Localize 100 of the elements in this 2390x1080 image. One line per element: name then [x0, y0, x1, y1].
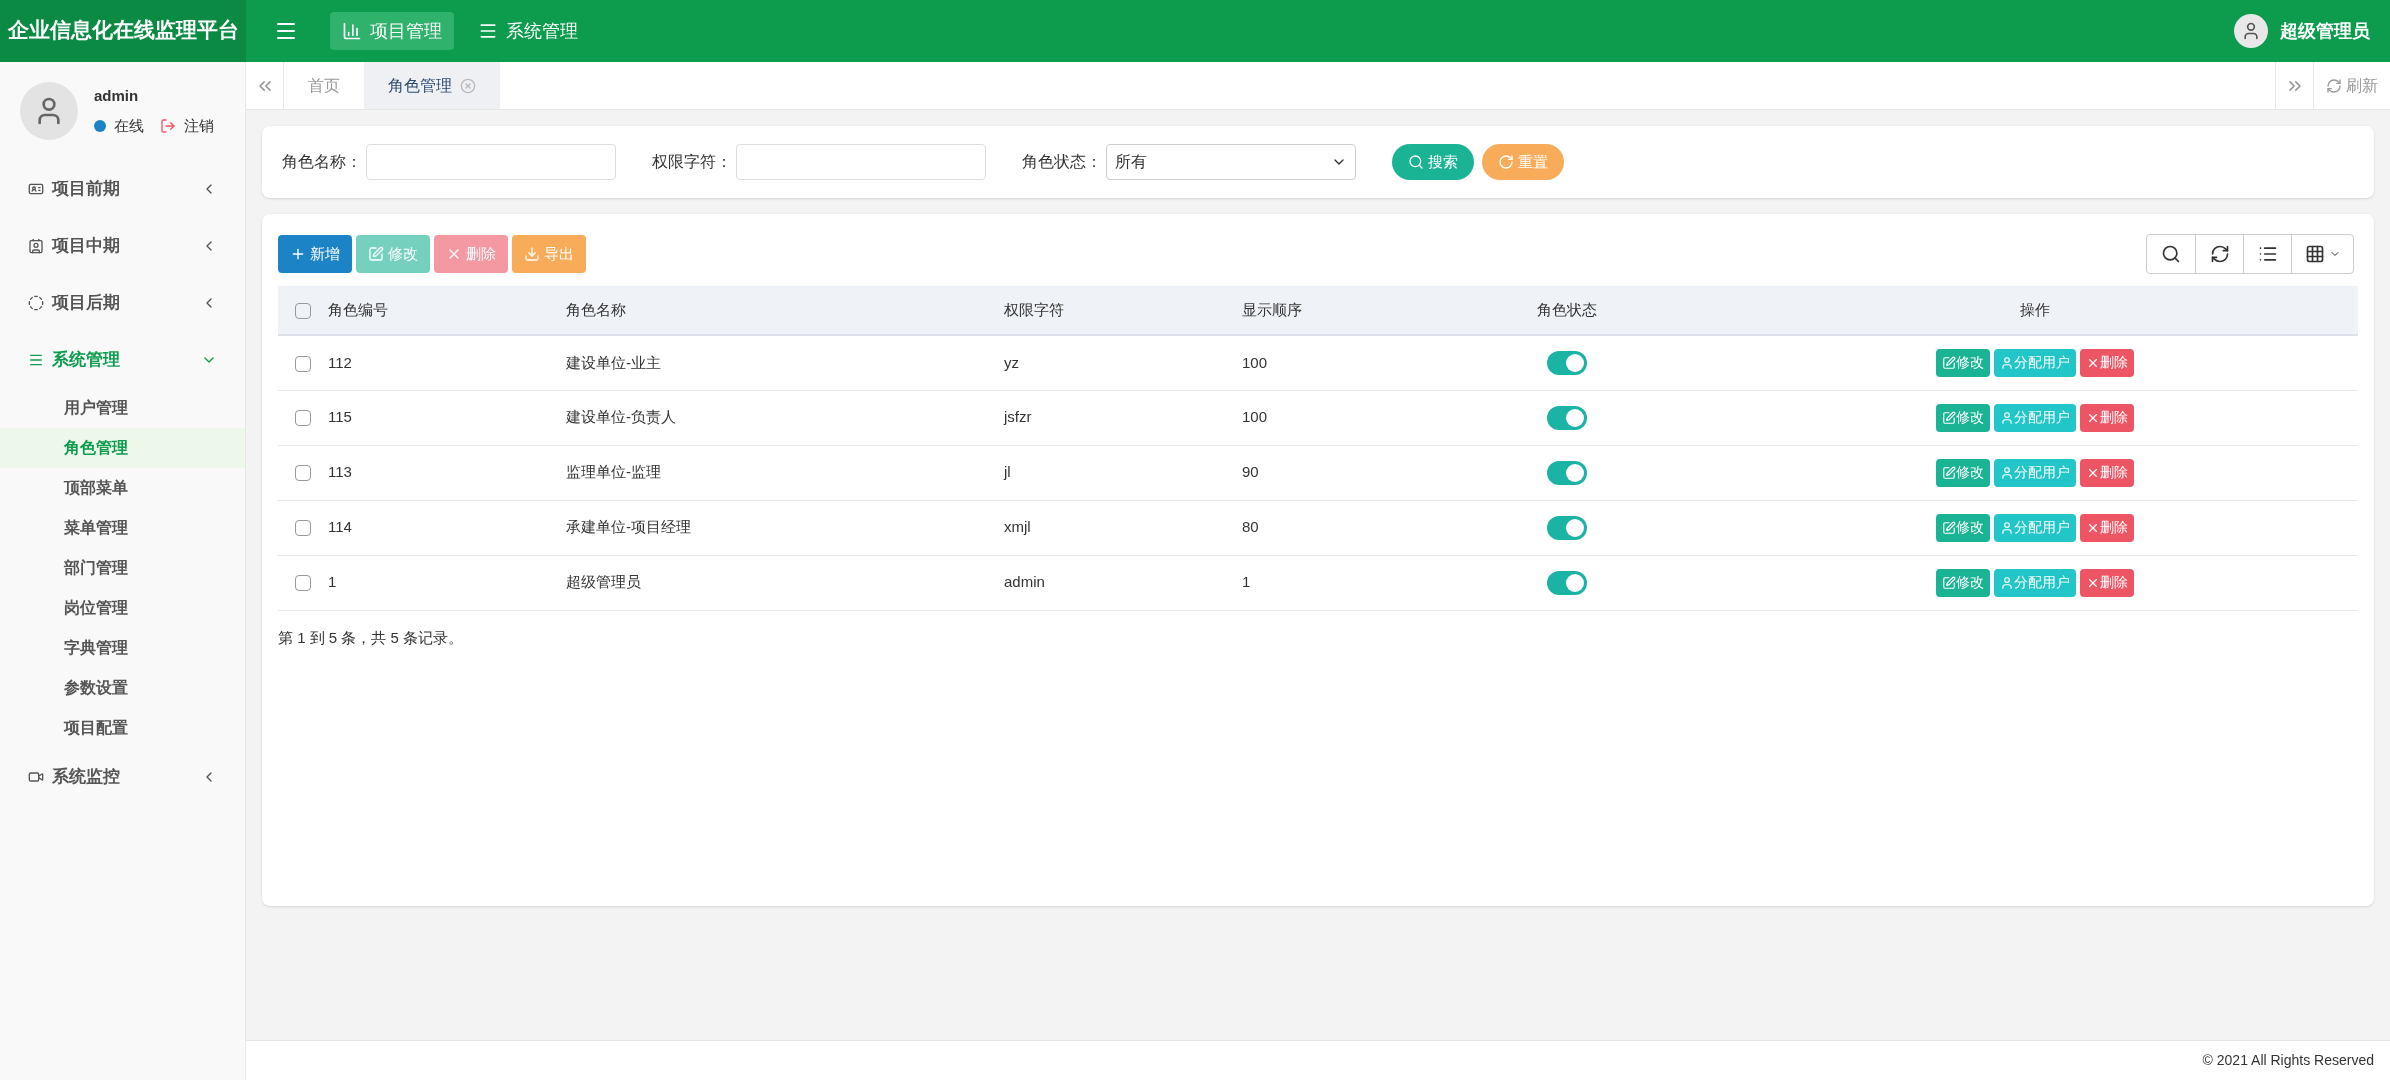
- table-cell: yz: [1004, 335, 1242, 390]
- column-header: 操作: [1712, 286, 2358, 335]
- table-cell: 114: [328, 500, 566, 555]
- delete-button[interactable]: 删除: [2080, 568, 2134, 597]
- edit-button[interactable]: 修改: [1936, 513, 1990, 542]
- sidebar-subitem[interactable]: 用户管理: [0, 388, 245, 428]
- column-header: 权限字符: [1004, 286, 1242, 335]
- status-toggle[interactable]: [1547, 405, 1587, 430]
- page-tab[interactable]: 角色管理: [364, 62, 500, 109]
- status-toggle[interactable]: [1547, 460, 1587, 485]
- circle-icon: [28, 294, 44, 311]
- sidebar-subitem[interactable]: 顶部菜单: [0, 468, 245, 508]
- search-button[interactable]: 搜索: [1392, 144, 1474, 180]
- sidebar-subitem[interactable]: 参数设置: [0, 668, 245, 708]
- checkbox[interactable]: [295, 302, 311, 319]
- table-cell: admin: [1004, 555, 1242, 610]
- assign-users-button[interactable]: 分配用户: [1994, 513, 2076, 542]
- status-toggle[interactable]: [1547, 515, 1587, 540]
- status-toggle[interactable]: [1547, 570, 1587, 595]
- avatar: [2234, 14, 2268, 48]
- edit-button[interactable]: 修改: [1936, 348, 1990, 377]
- refresh-button[interactable]: 刷新: [2313, 62, 2390, 109]
- checkbox[interactable]: [295, 520, 311, 537]
- assign-users-button[interactable]: 分配用户: [1994, 458, 2076, 487]
- rotate-icon: [1498, 154, 1514, 170]
- logout-icon: [160, 118, 176, 135]
- input-field[interactable]: [736, 144, 986, 180]
- delete-button[interactable]: 删除: [2080, 458, 2134, 487]
- bar-chart-icon: [342, 21, 362, 41]
- online-status: 在线: [114, 116, 144, 136]
- column-header: 显示顺序: [1242, 286, 1422, 335]
- sidebar-subitem[interactable]: 项目配置: [0, 708, 245, 748]
- table-cell: xmjl: [1004, 500, 1242, 555]
- sidebar-item[interactable]: 项目中期: [0, 217, 245, 274]
- edit-icon: [1942, 410, 1956, 425]
- search-icon: [2161, 244, 2181, 264]
- close-icon[interactable]: [460, 77, 476, 94]
- plus-icon: [290, 246, 306, 262]
- table-cell: 承建单位-项目经理: [566, 500, 1004, 555]
- sidebar-item[interactable]: 项目后期: [0, 274, 245, 331]
- delete-button[interactable]: 删除: [2080, 348, 2134, 377]
- refresh-icon: [2209, 244, 2230, 264]
- assign-users-button[interactable]: 分配用户: [1994, 568, 2076, 597]
- export-button[interactable]: 导出: [512, 235, 586, 273]
- profile-name: admin: [94, 85, 140, 106]
- sidebar-subitem[interactable]: 角色管理: [0, 428, 245, 468]
- edit-icon: [1942, 355, 1956, 370]
- table-cell: 1: [328, 555, 566, 610]
- status-select[interactable]: 所有: [1106, 144, 1356, 180]
- table-cell: 115: [328, 390, 566, 445]
- user-icon: [2000, 575, 2014, 590]
- refresh-icon: [2326, 77, 2342, 94]
- sidebar-item[interactable]: 系统管理: [0, 331, 245, 388]
- sidebar-subitem[interactable]: 岗位管理: [0, 588, 245, 628]
- checkbox[interactable]: [295, 410, 311, 427]
- top-menu-item[interactable]: 项目管理: [330, 12, 454, 50]
- top-menu-item[interactable]: 系统管理: [466, 12, 590, 50]
- column-header: 角色编号: [328, 286, 566, 335]
- sidebar-subitem[interactable]: 菜单管理: [0, 508, 245, 548]
- field-label: 权限字符：: [652, 152, 732, 172]
- sidebar-subitem[interactable]: 字典管理: [0, 628, 245, 668]
- assign-users-button[interactable]: 分配用户: [1994, 348, 2076, 377]
- edit-icon: [1942, 465, 1956, 480]
- field-label: 角色名称：: [282, 152, 362, 172]
- checkbox[interactable]: [295, 355, 311, 372]
- edit-icon: [368, 246, 384, 262]
- logout-link[interactable]: 注销: [184, 115, 214, 138]
- sidebar-subitem[interactable]: 部门管理: [0, 548, 245, 588]
- footer: © 2021 All Rights Reserved: [246, 1040, 2390, 1080]
- sidebar-item[interactable]: 系统监控: [0, 748, 245, 805]
- table-cell: 超级管理员: [566, 555, 1004, 610]
- table-cell: 建设单位-业主: [566, 335, 1004, 390]
- table-cell: 90: [1242, 445, 1422, 500]
- status-toggle[interactable]: [1547, 350, 1587, 375]
- menu-icon: [478, 21, 498, 41]
- add-button[interactable]: 新增: [278, 235, 352, 273]
- search-icon: [1408, 154, 1424, 170]
- edit-button[interactable]: 修改: [1936, 458, 1990, 487]
- checkbox[interactable]: [295, 465, 311, 482]
- edit-icon: [1942, 575, 1956, 590]
- table-cell: 80: [1242, 500, 1422, 555]
- user-icon: [2000, 355, 2014, 370]
- table-cell: 100: [1242, 390, 1422, 445]
- user-icon: [2000, 520, 2014, 535]
- table-cell: 113: [328, 445, 566, 500]
- checkbox[interactable]: [295, 575, 311, 592]
- edit-button[interactable]: 修改: [1936, 403, 1990, 432]
- edit-button[interactable]: 修改: [1936, 568, 1990, 597]
- table-cell: 1: [1242, 555, 1422, 610]
- delete-button[interactable]: 删除: [2080, 513, 2134, 542]
- input-field[interactable]: [366, 144, 616, 180]
- delete-button[interactable]: 删除: [2080, 403, 2134, 432]
- column-header: 角色状态: [1422, 286, 1712, 335]
- user-name[interactable]: 超级管理员: [2280, 17, 2370, 45]
- column-header: 角色名称: [566, 286, 1004, 335]
- brand-title: 企业信息化在线监理平台: [0, 0, 246, 62]
- page-tab[interactable]: 首页: [284, 62, 364, 109]
- reset-button[interactable]: 重置: [1482, 144, 1564, 180]
- sidebar-item[interactable]: 项目前期: [0, 160, 245, 217]
- assign-users-button[interactable]: 分配用户: [1994, 403, 2076, 432]
